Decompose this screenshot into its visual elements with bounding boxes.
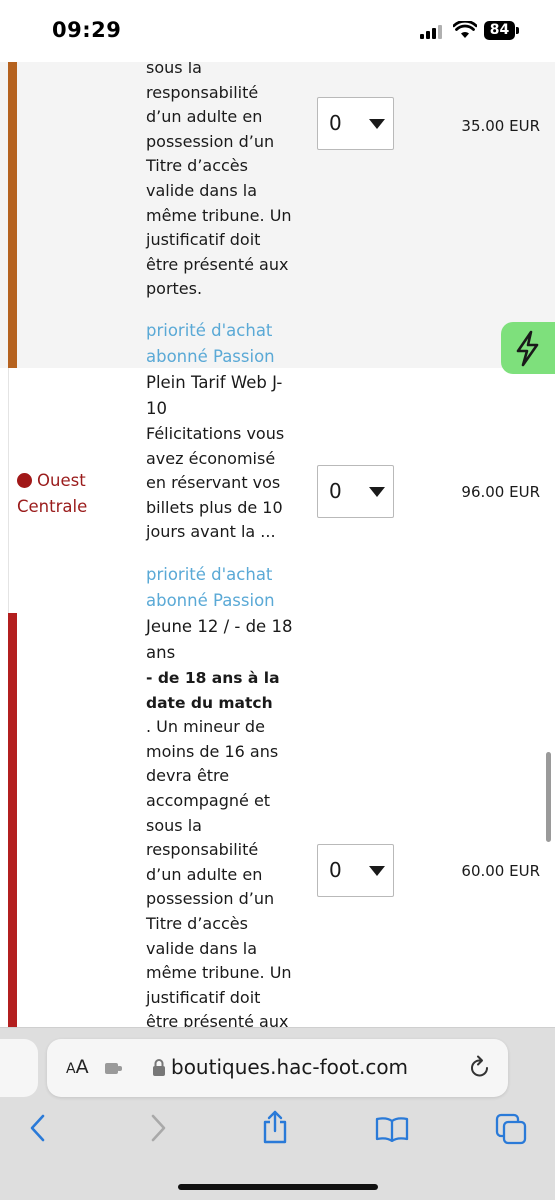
caret-down-icon bbox=[369, 866, 385, 876]
desc-line: devra être bbox=[146, 766, 230, 786]
scrollbar-thumb[interactable] bbox=[546, 752, 551, 842]
battery-icon: 84 bbox=[484, 21, 515, 40]
desc-line: en réservant vos bbox=[146, 473, 281, 493]
lock-icon bbox=[153, 1059, 165, 1076]
quantity-value: 0 bbox=[329, 858, 342, 882]
desc-bold-line: - de 18 ans à la bbox=[146, 669, 280, 687]
battery-cap bbox=[516, 27, 519, 34]
ticket-3-description: Jeune 12 / - de 18 ans - de 18 ans à la … bbox=[146, 614, 296, 1035]
promo-line: priorité d'achat bbox=[146, 565, 273, 584]
forward-chevron-icon[interactable] bbox=[148, 1114, 168, 1142]
desc-line: justificatif doit bbox=[146, 987, 261, 1007]
ticket-row-3: Jeune 12 / - de 18 ans - de 18 ans à la … bbox=[0, 613, 555, 1043]
ticket-price: 35.00 EUR bbox=[461, 117, 540, 135]
share-icon[interactable] bbox=[260, 1110, 290, 1144]
browser-toolbar: AA boutiques.hac-foot.com bbox=[0, 1027, 555, 1200]
wifi-icon bbox=[453, 21, 477, 38]
category-color-bar bbox=[8, 613, 17, 1043]
desc-line: possession d’un bbox=[146, 131, 275, 151]
aa-small: A bbox=[66, 1061, 76, 1077]
zone-label: Ouest Centrale bbox=[17, 468, 87, 520]
bookmarks-book-icon[interactable] bbox=[375, 1116, 409, 1142]
ticket-title-line: 10 bbox=[146, 399, 167, 418]
quantity-select[interactable]: 0 bbox=[317, 465, 394, 518]
desc-line: d’un adulte en bbox=[146, 864, 263, 884]
desc-line: valide dans la bbox=[146, 180, 258, 200]
desc-line: d’un adulte en bbox=[146, 107, 263, 127]
ticket-2-promo[interactable]: priorité d'achat abonné Passion bbox=[146, 562, 296, 614]
zone-name-line: Ouest bbox=[37, 471, 86, 490]
desc-line: portes. bbox=[146, 279, 203, 299]
desc-line: justificatif doit bbox=[146, 230, 261, 250]
desc-bold-line: date du match bbox=[146, 693, 273, 712]
promo-line: abonné Passion bbox=[146, 591, 275, 610]
reader-text-size-button[interactable]: AA bbox=[66, 1056, 89, 1078]
ticket-price: 96.00 EUR bbox=[461, 483, 540, 501]
home-indicator bbox=[178, 1184, 378, 1190]
address-bar[interactable]: AA boutiques.hac-foot.com bbox=[47, 1039, 508, 1097]
desc-line: sous la bbox=[146, 815, 202, 835]
lightning-extension-button[interactable] bbox=[501, 322, 555, 374]
desc-line: possession d’un bbox=[146, 889, 275, 909]
status-bar: 09:29 84 bbox=[0, 0, 555, 62]
desc-line: . Un mineur de bbox=[146, 717, 265, 737]
promo-line: priorité d'achat bbox=[146, 321, 273, 340]
quantity-select[interactable]: 0 bbox=[317, 844, 394, 897]
ticket-price: 60.00 EUR bbox=[461, 862, 540, 880]
zone-name-line: Centrale bbox=[17, 497, 88, 516]
aa-big: A bbox=[75, 1056, 89, 1078]
category-color-bar bbox=[8, 62, 17, 368]
desc-line: billets plus de 10 bbox=[146, 497, 283, 517]
quantity-select[interactable]: 0 bbox=[317, 97, 394, 150]
desc-line: jours avant la ... bbox=[146, 522, 276, 542]
ticket-2-description: Plein Tarif Web J- 10 Félicitations vous… bbox=[146, 370, 296, 545]
caret-down-icon bbox=[369, 119, 385, 129]
caret-down-icon bbox=[369, 487, 385, 497]
tabs-overview-icon[interactable] bbox=[495, 1113, 527, 1145]
row-divider bbox=[8, 368, 9, 613]
desc-line: accompagné et bbox=[146, 790, 271, 810]
desc-line: avez économisé bbox=[146, 448, 276, 468]
previous-tab-preview[interactable] bbox=[0, 1039, 38, 1097]
desc-line: valide dans la bbox=[146, 938, 258, 958]
desc-line: Titre d’accès bbox=[146, 156, 248, 176]
ticket-title-line: ans bbox=[146, 643, 176, 662]
quantity-value: 0 bbox=[329, 111, 342, 135]
lightning-bolt-icon bbox=[516, 330, 539, 367]
ticket-1-promo[interactable]: priorité d'achat abonné Passion bbox=[146, 318, 296, 370]
promo-line: abonné Passion bbox=[146, 347, 275, 366]
desc-line: Félicitations vous bbox=[146, 424, 285, 443]
ticket-1-description: sous la responsabilité d’un adulte en po… bbox=[146, 56, 296, 302]
zone-color-dot bbox=[17, 473, 32, 488]
cellular-signal-icon bbox=[420, 24, 442, 39]
desc-line: responsabilité bbox=[146, 840, 259, 860]
desc-line: même tribune. Un bbox=[146, 205, 292, 225]
ticket-row-1: sous la responsabilité d’un adulte en po… bbox=[0, 58, 555, 370]
status-time: 09:29 bbox=[52, 18, 122, 42]
extension-puzzle-icon[interactable] bbox=[104, 1058, 124, 1078]
desc-line: moins de 16 ans bbox=[146, 741, 279, 761]
ticket-title-line: Jeune 12 / - de 18 bbox=[146, 617, 293, 636]
desc-line: être présenté aux bbox=[146, 254, 289, 274]
back-chevron-icon[interactable] bbox=[28, 1114, 48, 1142]
ticket-title-line: Plein Tarif Web J- bbox=[146, 373, 283, 392]
desc-line: responsabilité bbox=[146, 82, 259, 102]
url-text: boutiques.hac-foot.com bbox=[171, 1055, 409, 1079]
desc-line: même tribune. Un bbox=[146, 963, 292, 983]
desc-line: Titre d’accès bbox=[146, 913, 248, 933]
reload-icon[interactable] bbox=[468, 1055, 492, 1081]
quantity-value: 0 bbox=[329, 479, 342, 503]
